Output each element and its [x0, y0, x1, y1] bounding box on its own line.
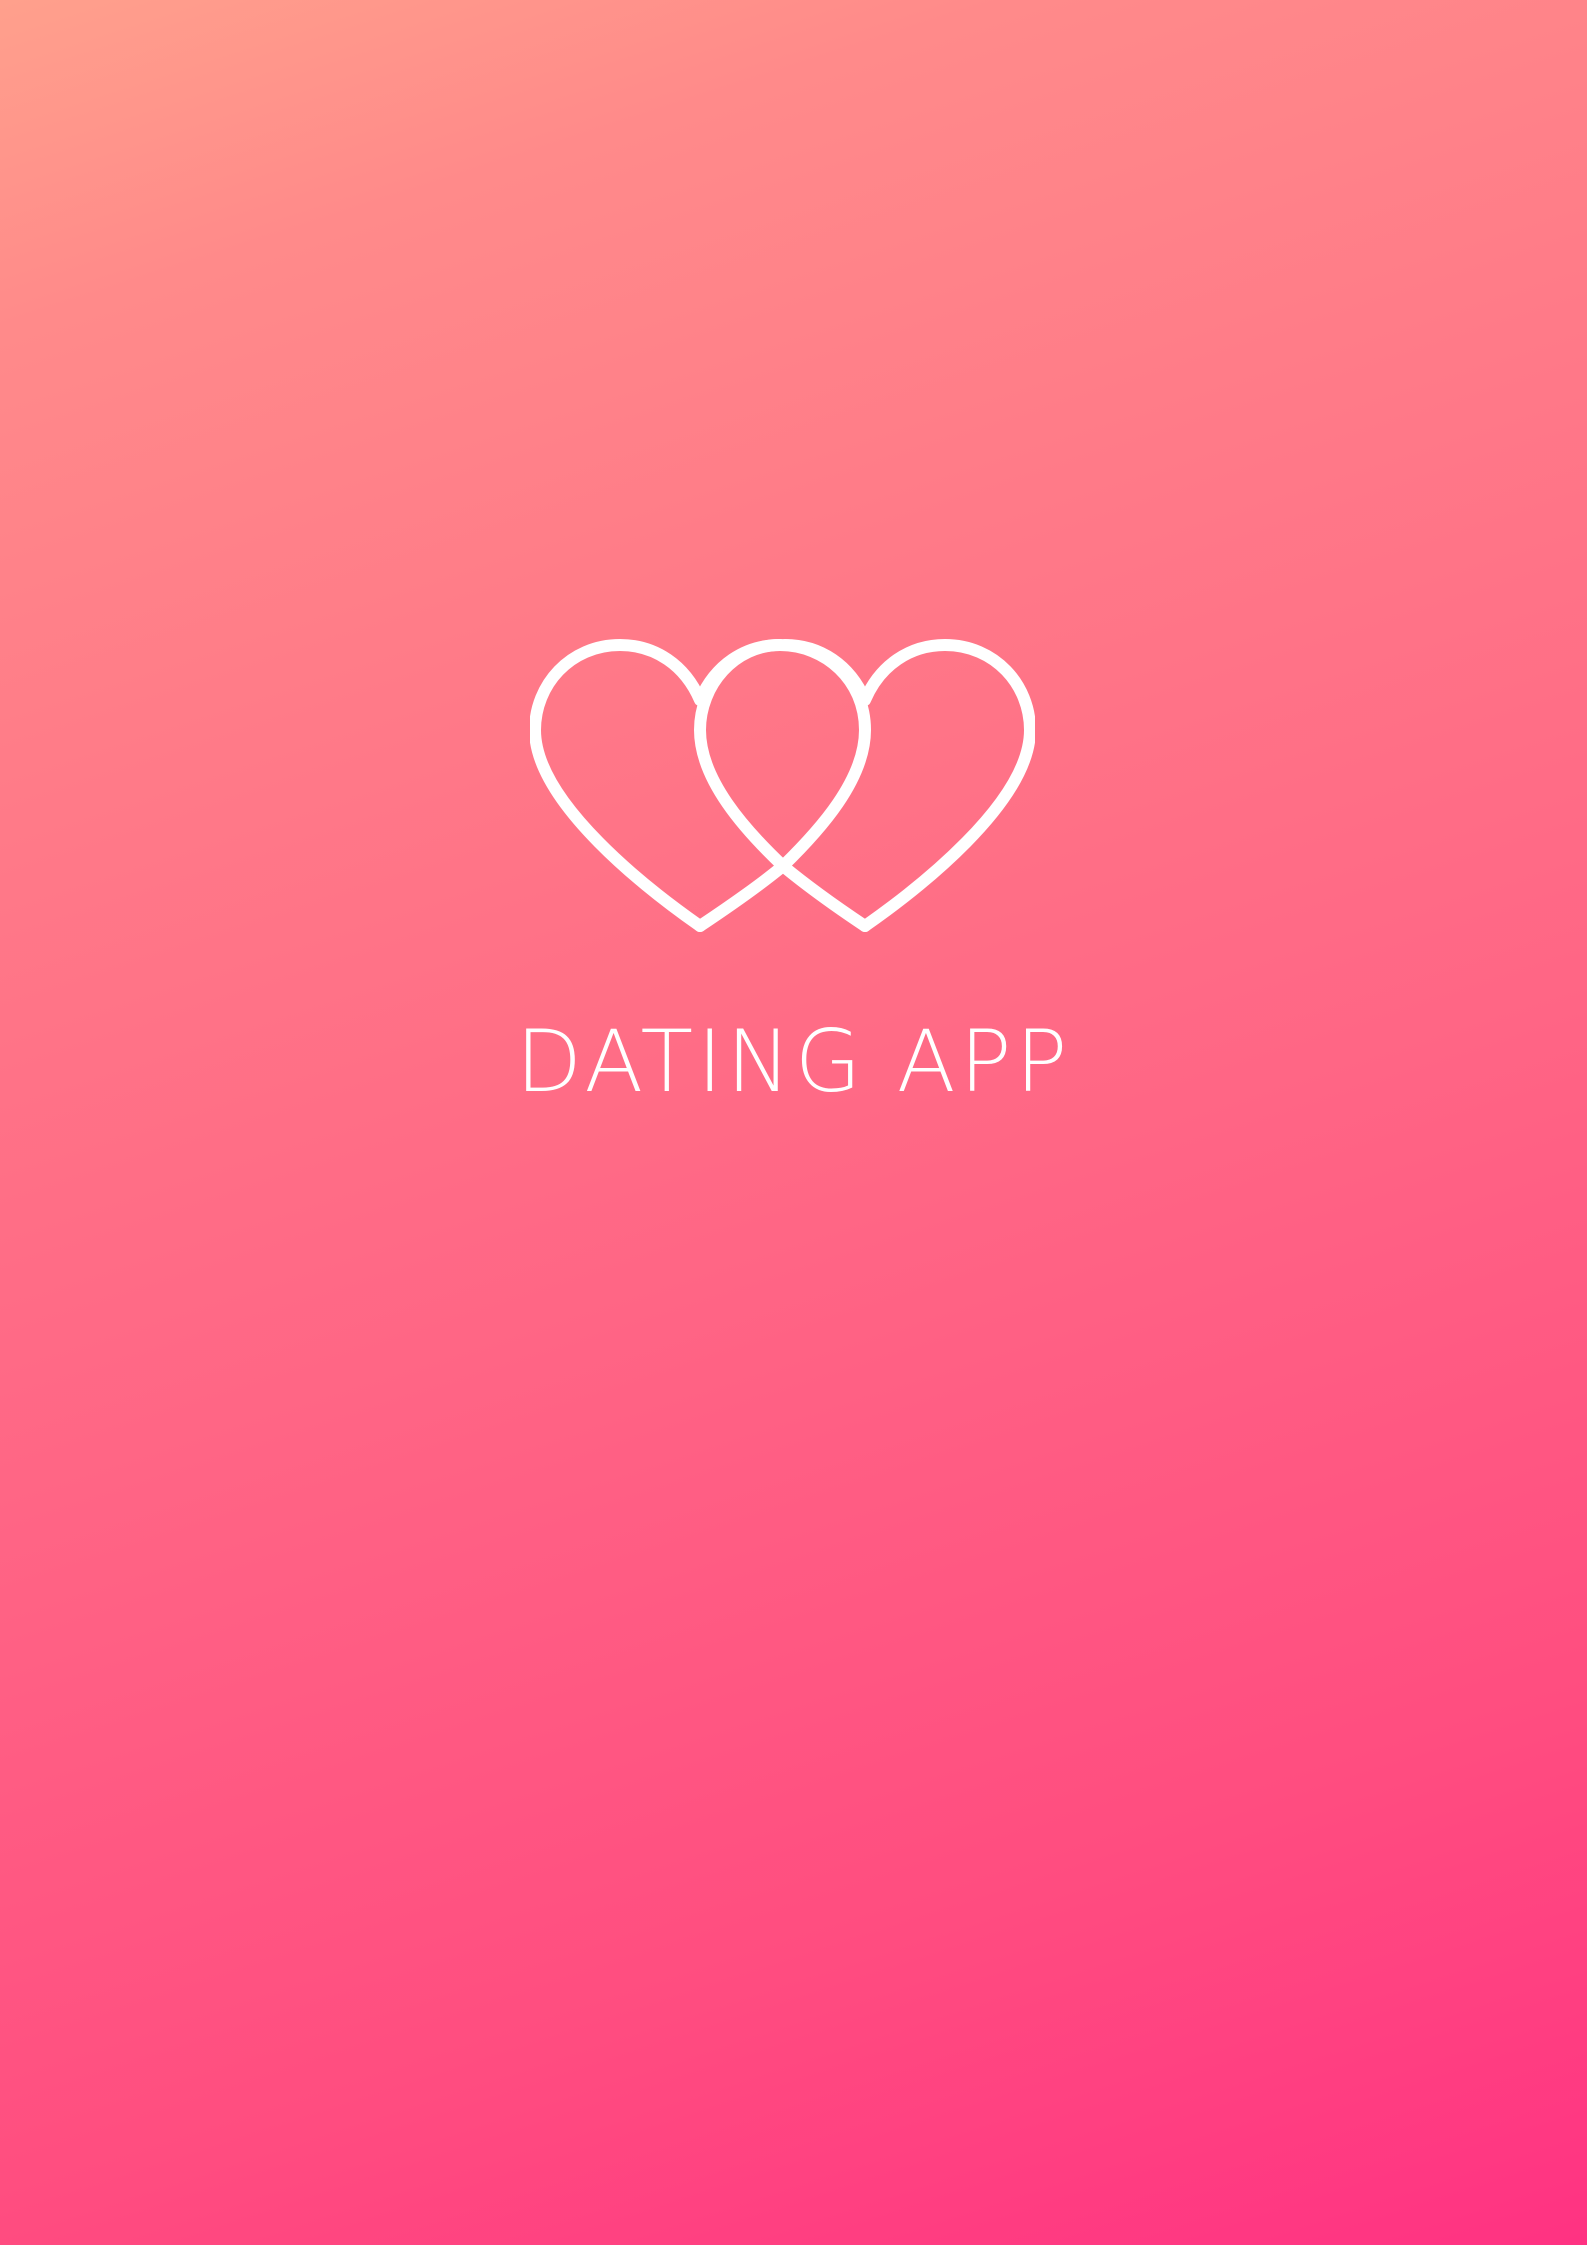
double-heart-logo-icon [530, 635, 1035, 941]
app-title: DATING APP [515, 1012, 1072, 1112]
splash-screen: DATING APP [0, 0, 1587, 2245]
